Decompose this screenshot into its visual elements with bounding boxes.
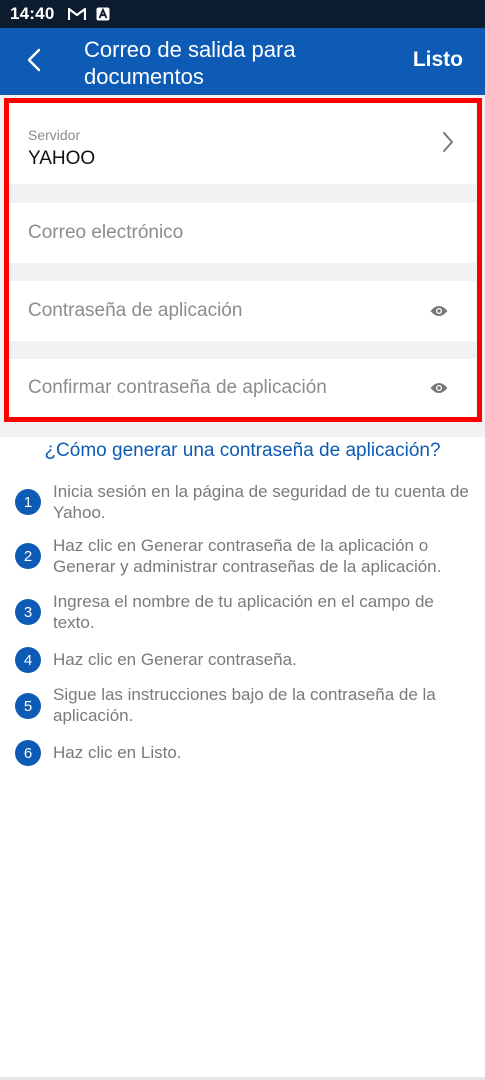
chevron-left-icon	[27, 48, 41, 77]
step-number: 6	[15, 740, 41, 766]
highlight-frame	[4, 98, 482, 422]
status-bar: 14:40	[0, 0, 485, 28]
help-link[interactable]: ¿Cómo generar una contraseña de aplicaci…	[0, 440, 485, 462]
form-area: Servidor YAHOO Correo electrónico Contra…	[0, 95, 485, 437]
app-notification-icon	[96, 7, 110, 21]
gmail-icon	[68, 7, 87, 21]
back-button[interactable]	[14, 42, 54, 82]
step-number: 5	[15, 693, 41, 719]
step-text: Ingresa el nombre de tu aplicación en el…	[53, 592, 434, 632]
app-bar: Correo de salida para documentos Listo	[0, 28, 485, 95]
step-text: Haz clic en Listo.	[53, 743, 182, 762]
step-number: 4	[15, 647, 41, 673]
page-title: Correo de salida para documentos	[84, 37, 296, 89]
step-text: Sigue las instrucciones bajo de la contr…	[53, 685, 436, 725]
step-text: Haz clic en Generar contraseña.	[53, 650, 297, 669]
done-button[interactable]: Listo	[413, 48, 463, 72]
step-text: Haz clic en Generar contraseña de la apl…	[53, 536, 442, 576]
step-number: 3	[15, 599, 41, 625]
step-number: 2	[15, 543, 41, 569]
status-time: 14:40	[10, 4, 55, 23]
step-number: 1	[15, 489, 41, 515]
step-text: Inicia sesión en la página de seguridad …	[53, 482, 469, 522]
